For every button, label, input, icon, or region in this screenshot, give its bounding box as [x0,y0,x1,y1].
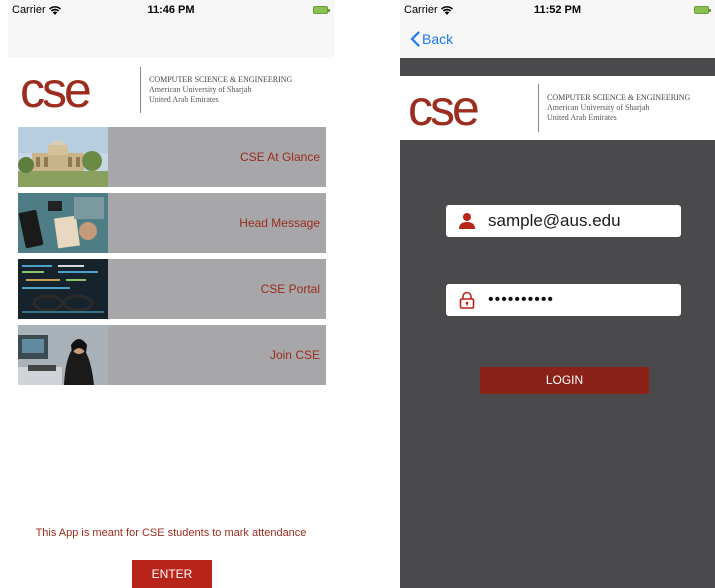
chevron-left-icon [410,31,420,47]
attendance-notice: This App is meant for CSE students to ma… [35,527,307,539]
email-value: sample@aus.edu [488,211,621,230]
code-screen-photo-icon [18,259,108,319]
user-icon [459,213,475,229]
status-time: 11:46 PM [147,4,195,16]
logo-mark: cse [408,80,480,136]
logo-text: COMPUTER SCIENCE & ENGINEERING American … [547,93,691,122]
campus-photo-icon [18,127,108,187]
cse-logo: cse COMPUTER SCIENCE & ENGINEERING Ameri… [8,58,334,122]
password-field[interactable]: •••••••••• [446,284,681,316]
enter-button[interactable]: ENTER [132,560,212,588]
logo-divider [538,84,539,132]
navigation-bar: Back [400,20,715,58]
battery-icon [694,6,711,14]
lock-icon [459,291,475,309]
menu-item-label: CSE Portal [260,282,320,296]
status-time: 11:52 PM [533,4,582,16]
logo-mark: cse [20,62,92,118]
menu-item-cse-at-glance[interactable]: CSE At Glance [18,127,326,187]
home-screen: Carrier 11:46 PM cse COMPUTER SCIENCE & … [8,0,334,588]
login-screen: Carrier 11:52 PM Back cse COMPUTER SCIEN… [400,0,715,588]
student-photo-icon [18,325,108,385]
status-bar: Carrier 11:52 PM [400,0,715,20]
menu-item-label: Head Message [239,216,320,230]
battery-icon [313,6,330,14]
menu-item-cse-portal[interactable]: CSE Portal [18,259,326,319]
back-button[interactable]: Back [410,31,453,47]
status-bar: Carrier 11:46 PM [8,0,334,20]
desk-photo-icon [18,193,108,253]
login-button[interactable]: LOGIN [480,367,649,394]
menu-item-label: Join CSE [269,348,320,362]
menu-item-join-cse[interactable]: Join CSE [18,325,326,385]
logo-text: COMPUTER SCIENCE & ENGINEERING American … [149,75,293,104]
back-label: Back [422,31,454,47]
logo-divider [140,67,141,113]
menu-item-label: CSE At Glance [239,150,320,164]
cse-logo: cse COMPUTER SCIENCE & ENGINEERING Ameri… [400,76,715,140]
email-field[interactable]: sample@aus.edu [446,205,681,237]
menu-item-head-message[interactable]: Head Message [18,193,326,253]
password-mask: •••••••••• [488,291,555,308]
navigation-bar [8,20,334,58]
